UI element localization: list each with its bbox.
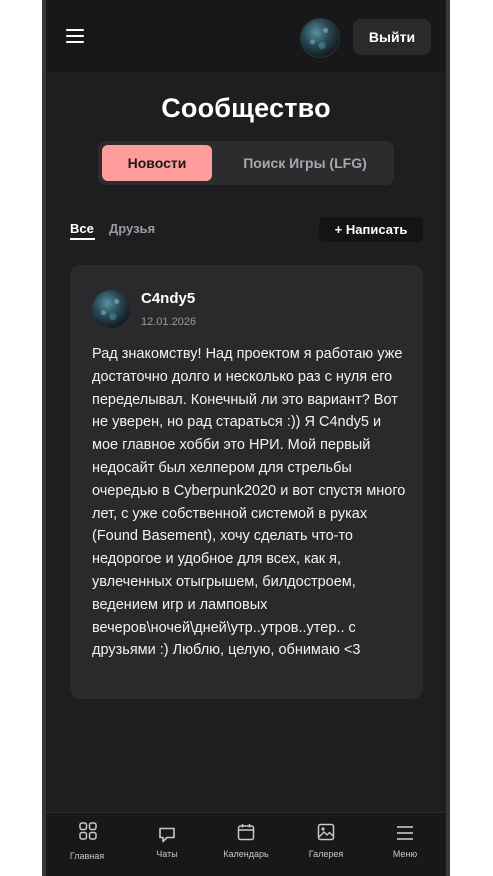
image-icon xyxy=(317,823,335,841)
post-date: 12.01.2026 xyxy=(141,316,197,328)
section-tabs: Новости Поиск Игры (LFG) xyxy=(98,141,394,185)
calendar-icon xyxy=(237,824,255,841)
nav-calendar-label: Календарь xyxy=(223,849,269,859)
active-filter-underline xyxy=(70,238,95,240)
user-avatar[interactable] xyxy=(300,18,340,58)
post-author-name[interactable]: C4ndy5 xyxy=(141,290,195,307)
nav-menu-label: Меню xyxy=(392,849,418,859)
tab-news[interactable]: Новости xyxy=(102,145,212,181)
nav-menu[interactable]: Меню xyxy=(365,813,445,876)
filter-all[interactable]: Все xyxy=(70,221,94,236)
logout-button[interactable]: Выйти xyxy=(353,19,431,55)
app-screen: Выйти Сообщество Новости Поиск Игры (LFG… xyxy=(46,0,446,876)
post-author-avatar[interactable] xyxy=(92,290,130,328)
post-text: Рад знакомству! Над проектом я работаю у… xyxy=(92,346,406,659)
nav-gallery[interactable]: Галерея xyxy=(286,813,366,876)
nav-gallery-label: Галерея xyxy=(308,849,344,859)
nav-calendar[interactable]: Календарь xyxy=(206,813,286,876)
top-bar: Выйти xyxy=(46,0,446,72)
menu-icon xyxy=(397,826,413,840)
hamburger-menu-icon[interactable] xyxy=(66,29,84,43)
grid-icon xyxy=(79,822,97,840)
chat-icon xyxy=(159,827,175,843)
write-post-button[interactable]: + Написать xyxy=(319,217,423,242)
device-frame: Выйти Сообщество Новости Поиск Игры (LFG… xyxy=(42,0,450,876)
bottom-navigation: Главная Чаты Календарь Галерея Меню xyxy=(46,812,446,876)
nav-chats[interactable]: Чаты xyxy=(127,813,207,876)
filter-friends[interactable]: Друзья xyxy=(109,221,155,236)
nav-chats-label: Чаты xyxy=(156,849,178,859)
nav-home[interactable]: Главная xyxy=(47,813,127,876)
tab-lfg[interactable]: Поиск Игры (LFG) xyxy=(222,145,388,181)
post-card: C4ndy5 12.01.2026 Рад знакомству! Над пр… xyxy=(70,265,423,699)
page-title: Сообщество xyxy=(161,93,331,123)
nav-home-label: Главная xyxy=(69,851,105,861)
